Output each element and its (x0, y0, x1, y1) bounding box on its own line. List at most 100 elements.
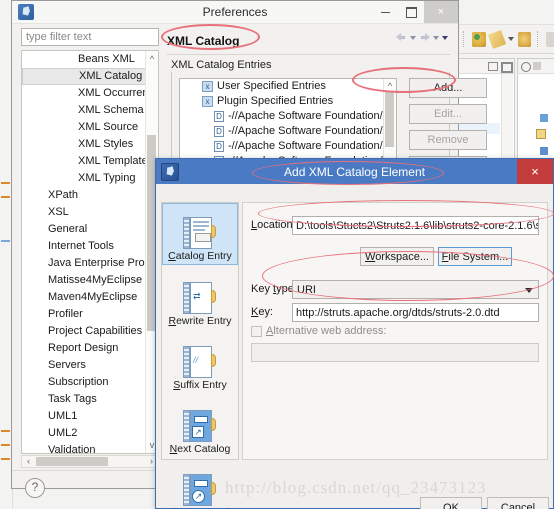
tree-item-java-enterprise-pro[interactable]: Java Enterprise Pro (22, 255, 158, 272)
preferences-titlebar[interactable]: Preferences × (12, 1, 458, 24)
ok-button[interactable]: OK (420, 497, 482, 509)
edit-button: Edit... (409, 104, 487, 124)
maximize-button[interactable] (398, 1, 424, 23)
suffix-entry-icon: // (183, 345, 217, 379)
ide-toolbar[interactable] (455, 24, 554, 54)
entry-label: User Specified Entries (217, 80, 326, 92)
tree-item-task-tags[interactable]: Task Tags (22, 391, 158, 408)
back-menu-caret-icon[interactable] (410, 35, 416, 40)
add-button[interactable]: Add... (409, 78, 487, 98)
tree-item-report-design[interactable]: Report Design (22, 340, 158, 357)
outline-icon[interactable] (546, 31, 554, 47)
tree-item-xml-source[interactable]: XML Source (22, 119, 158, 136)
node-icon (540, 147, 548, 155)
location-input[interactable]: D:\tools\Stucts2\Struts2.1.6\lib\struts2… (292, 216, 539, 235)
preferences-tree[interactable]: Beans XML XML Catalog XML Occurrences XML S… (21, 50, 159, 454)
tree-item-xml-typing[interactable]: XML Typing (22, 170, 158, 187)
entry-label: -//Apache Software Foundation//I (228, 125, 389, 137)
scroll-up-icon[interactable]: ^ (148, 53, 156, 65)
tree-item-xml-styles[interactable]: XML Styles (22, 136, 158, 153)
toolbar-grip (463, 31, 466, 47)
minimize-button[interactable] (372, 1, 398, 23)
maximize-view-icon[interactable] (501, 62, 513, 73)
tree-item-xsl[interactable]: XSL (22, 204, 158, 221)
side-item-label: Catalog Entry (168, 250, 232, 262)
side-item-next-catalog[interactable]: ↗ Next Catalog (162, 393, 238, 457)
tree-horizontal-scrollbar[interactable]: ‹ › (21, 455, 159, 468)
side-item-catalog-entry[interactable]: Catalog Entry (162, 203, 238, 265)
side-item-rewrite-entry[interactable]: ⇄ Rewrite Entry (162, 265, 238, 329)
tree-item-profiler[interactable]: Profiler (22, 306, 158, 323)
tree-item-beans-xml[interactable]: Beans XML (22, 51, 158, 68)
view-panel-header (456, 59, 514, 74)
filter-input[interactable]: type filter text (21, 28, 159, 46)
tree-item-validation[interactable]: Validation (22, 442, 158, 453)
table-row[interactable]: D -//Apache Software Foundation//I (180, 124, 396, 139)
view-menu-caret-icon[interactable] (442, 35, 448, 40)
minimize-view-icon[interactable] (488, 62, 498, 71)
tree-item-xpath[interactable]: XPath (22, 187, 158, 204)
dialog-close-button[interactable]: × (517, 159, 553, 184)
forward-menu-caret-icon[interactable] (433, 35, 439, 40)
tree-item-xml-occurrences[interactable]: XML Occurrences (22, 85, 158, 102)
side-item-suffix-entry[interactable]: // Suffix Entry (162, 329, 238, 393)
maximize-icon (405, 6, 417, 18)
entry-form: Location: D:\tools\Stucts2\Struts2.1.6\l… (242, 202, 548, 460)
screenshot-root: Preferences × type filter text Beans XML… (0, 0, 554, 509)
minimize-icon (380, 11, 390, 13)
side-item-label: Next Catalog (169, 443, 231, 455)
help-icon[interactable]: ? (25, 478, 45, 498)
eclipse-icon (161, 163, 179, 181)
tree-item-xml-templates[interactable]: XML Templates (22, 153, 158, 170)
tree-item-general[interactable]: General (22, 221, 158, 238)
window-controls: × (372, 1, 458, 23)
side-item-delegate-catalog[interactable]: ↗ Delegate Catalog (159, 457, 241, 509)
table-row[interactable]: D -//Apache Software Foundation//I (180, 139, 396, 154)
tree-item-uml2[interactable]: UML2 (22, 425, 158, 442)
tree-item-xml-schema[interactable]: XML Schema (22, 102, 158, 119)
toolbar-grip (537, 31, 540, 47)
tree-item-servers[interactable]: Servers (22, 357, 158, 374)
cancel-button[interactable]: Cancel (487, 497, 549, 509)
cake-icon[interactable] (517, 31, 532, 47)
scroll-thumb[interactable] (385, 91, 394, 147)
tree-item-matisse4myeclipse[interactable]: Matisse4MyEclipse (22, 272, 158, 289)
edge-marker (1, 458, 10, 460)
tree-rows: Beans XML XML Catalog XML Occurrences XML S… (22, 51, 158, 453)
scroll-thumb[interactable] (36, 457, 108, 466)
circle-icon[interactable] (521, 62, 531, 72)
table-row[interactable]: D -//Apache Software Foundation//I (180, 109, 396, 124)
key-type-select[interactable]: URI (292, 280, 539, 299)
back-arrow-icon[interactable] (396, 32, 407, 43)
tree-item-subscription[interactable]: Subscription (22, 374, 158, 391)
scroll-left-icon[interactable]: ‹ (22, 456, 35, 467)
entry-type-list[interactable]: Catalog Entry ⇄ Rewrite Entry // Suffix … (159, 202, 241, 509)
dialog-titlebar[interactable]: Add XML Catalog Element × (156, 159, 553, 184)
palette-icon[interactable] (471, 31, 486, 47)
tree-item-uml1[interactable]: UML1 (22, 408, 158, 425)
table-row[interactable]: x User Specified Entries (180, 79, 396, 94)
table-row[interactable]: x Plugin Specified Entries (180, 94, 396, 109)
dropdown-caret-icon[interactable] (507, 37, 514, 41)
side-item-label: Suffix Entry (173, 379, 227, 391)
tree-item-project-capabilities[interactable]: Project Capabilities (22, 323, 158, 340)
key-label: Key: (251, 306, 274, 318)
dtd-icon: D (214, 126, 224, 137)
forward-arrow-icon[interactable] (419, 32, 430, 43)
alternative-web-address-input (251, 343, 539, 362)
add-xml-catalog-element-dialog: Add XML Catalog Element × Catalog Entry (155, 158, 554, 509)
key-input[interactable]: http://struts.apache.org/dtds/struts-2.0… (292, 303, 539, 322)
node-icon (540, 114, 548, 122)
preferences-title: Preferences (202, 5, 268, 19)
close-button[interactable]: × (424, 1, 458, 23)
key-type-label: Key type: (251, 283, 297, 295)
tree-item-maven4myeclipse[interactable]: Maven4MyEclipse (22, 289, 158, 306)
alternative-web-address-checkbox[interactable] (251, 326, 262, 337)
tree-item-xml-catalog[interactable]: XML Catalog (22, 68, 158, 85)
file-system-button[interactable]: File System... (438, 247, 512, 266)
entries-group-label: XML Catalog Entries (171, 59, 272, 71)
workspace-button[interactable]: Workspace... (360, 247, 434, 266)
pen-icon[interactable] (487, 29, 506, 49)
grid-icon[interactable] (533, 62, 541, 70)
tree-item-internet-tools[interactable]: Internet Tools (22, 238, 158, 255)
